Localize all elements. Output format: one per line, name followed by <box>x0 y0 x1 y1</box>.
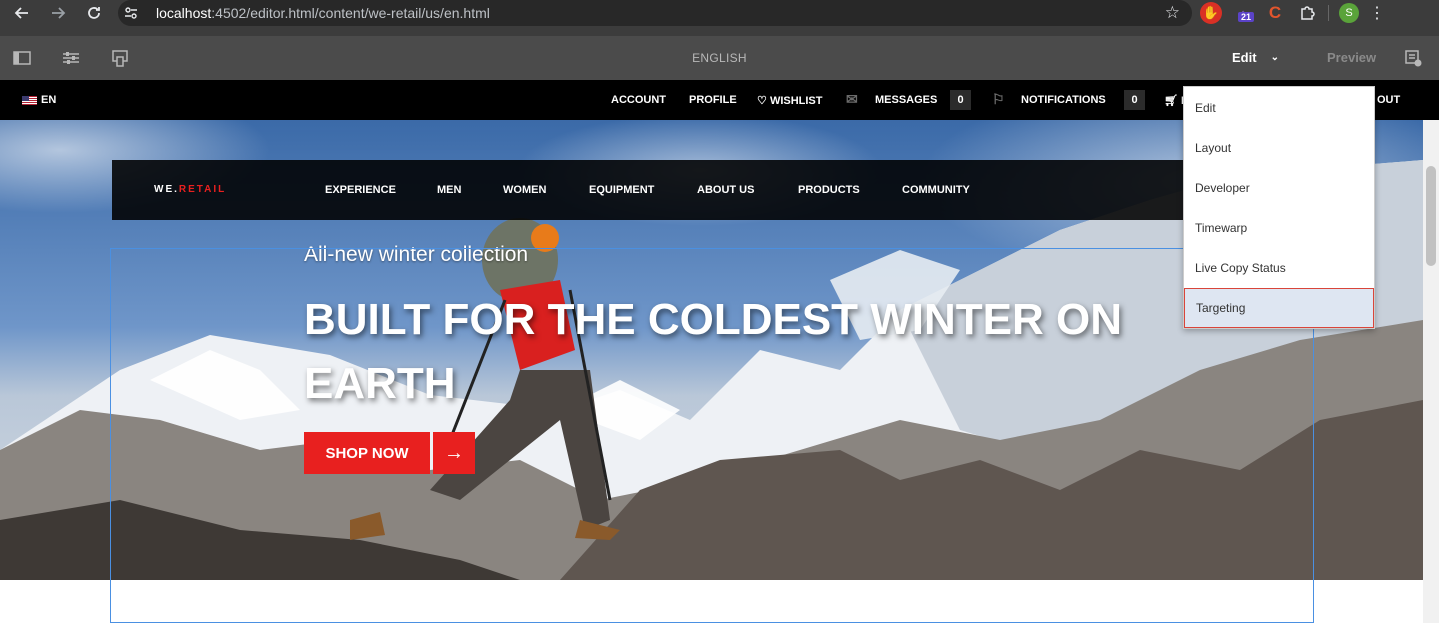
mode-selector[interactable]: Edit ⌄ <box>1232 50 1279 65</box>
nav-community[interactable]: COMMUNITY <box>902 184 970 196</box>
extensions-puzzle-icon[interactable] <box>1296 2 1318 24</box>
scrollbar-thumb[interactable] <box>1426 166 1436 266</box>
back-arrow-icon <box>14 7 28 19</box>
brand-suffix: RETAIL <box>178 184 227 195</box>
mode-option-developer[interactable]: Developer <box>1184 168 1374 208</box>
hero-title: BUILT FOR THE COLDEST WINTER ON EARTH <box>304 295 1123 408</box>
hero-subtitle: All-new winter collection <box>304 243 529 266</box>
language-label: EN <box>41 94 57 106</box>
url-path: :4502/editor.html/content/we-retail/us/e… <box>211 5 490 21</box>
we-retail-logo[interactable]: WE.RETAIL <box>154 184 226 195</box>
annotations-icon[interactable] <box>1403 48 1423 68</box>
profile-link[interactable]: PROFILE <box>689 94 737 106</box>
mode-dropdown-menu: Edit Layout Developer Timewarp Live Copy… <box>1183 86 1375 329</box>
flag-icon: ⚐ <box>992 91 1005 107</box>
back-button[interactable] <box>8 0 36 27</box>
aem-editor-toolbar: ENGLISH Edit ⌄ Preview <box>0 36 1439 80</box>
nav-women[interactable]: WOMEN <box>503 184 546 196</box>
nav-men[interactable]: MEN <box>437 184 461 196</box>
mode-option-targeting[interactable]: Targeting <box>1184 288 1374 328</box>
bookmark-star-icon[interactable]: ☆ <box>1165 3 1180 23</box>
forward-arrow-icon <box>52 7 66 19</box>
language-selector[interactable]: EN <box>22 94 56 106</box>
mode-option-layout[interactable]: Layout <box>1184 128 1374 168</box>
mode-option-edit[interactable]: Edit <box>1184 88 1374 128</box>
extension-badge: 21 <box>1238 12 1255 22</box>
site-info-icon[interactable] <box>118 0 144 26</box>
site-main-nav: WE.RETAIL EXPERIENCE MEN WOMEN EQUIPMENT… <box>112 160 1312 220</box>
envelope-icon: ✉ <box>846 91 858 107</box>
page-scrollbar[interactable] <box>1423 120 1439 623</box>
brand-prefix: WE. <box>154 184 179 195</box>
notifications-count-badge: 0 <box>1124 90 1145 110</box>
address-bar[interactable]: localhost:4502/editor.html/content/we-re… <box>118 0 1192 26</box>
c-extension-icon[interactable]: C <box>1264 2 1286 24</box>
us-flag-icon <box>22 95 37 105</box>
extensions-area: ✋ ⌂21 C S ⋮ <box>1200 0 1385 26</box>
wishlist-link[interactable]: ♡ WISHLIST <box>757 94 823 107</box>
reload-button[interactable] <box>80 0 108 27</box>
browser-menu-icon[interactable]: ⋮ <box>1369 3 1385 23</box>
wishlist-label: WISHLIST <box>769 95 823 107</box>
heart-icon: ♡ <box>757 95 767 107</box>
messages-count-badge: 0 <box>950 90 971 110</box>
cart-icon: 🛒︎ <box>1164 95 1178 107</box>
page-title: ENGLISH <box>692 51 747 65</box>
adblock-extension-icon[interactable]: ✋ <box>1200 2 1222 24</box>
mode-label: Edit <box>1232 50 1257 65</box>
browser-toolbar: localhost:4502/editor.html/content/we-re… <box>0 0 1439 36</box>
mode-option-live-copy-status[interactable]: Live Copy Status <box>1184 248 1374 288</box>
chevron-down-icon: ⌄ <box>1270 52 1279 63</box>
url-host: localhost <box>156 5 212 21</box>
reload-icon <box>88 7 100 19</box>
messages-link[interactable]: MESSAGES <box>875 94 937 106</box>
nav-equipment[interactable]: EQUIPMENT <box>589 184 654 196</box>
account-link[interactable]: ACCOUNT <box>611 94 666 106</box>
mode-option-timewarp[interactable]: Timewarp <box>1184 208 1374 248</box>
notifications-link[interactable]: NOTIFICATIONS <box>1021 94 1106 106</box>
arrow-right-icon[interactable]: → <box>433 432 475 474</box>
profile-avatar[interactable]: S <box>1339 3 1359 23</box>
preview-button[interactable]: Preview <box>1327 50 1376 65</box>
logout-link[interactable]: OUT <box>1377 94 1400 106</box>
forward-button[interactable] <box>44 0 72 27</box>
nav-about-us[interactable]: ABOUT US <box>697 184 754 196</box>
shop-now-button[interactable]: SHOP NOW <box>304 432 430 474</box>
extension-icon[interactable]: ⌂21 <box>1232 2 1255 24</box>
nav-products[interactable]: PRODUCTS <box>798 184 860 196</box>
nav-experience[interactable]: EXPERIENCE <box>325 184 396 196</box>
